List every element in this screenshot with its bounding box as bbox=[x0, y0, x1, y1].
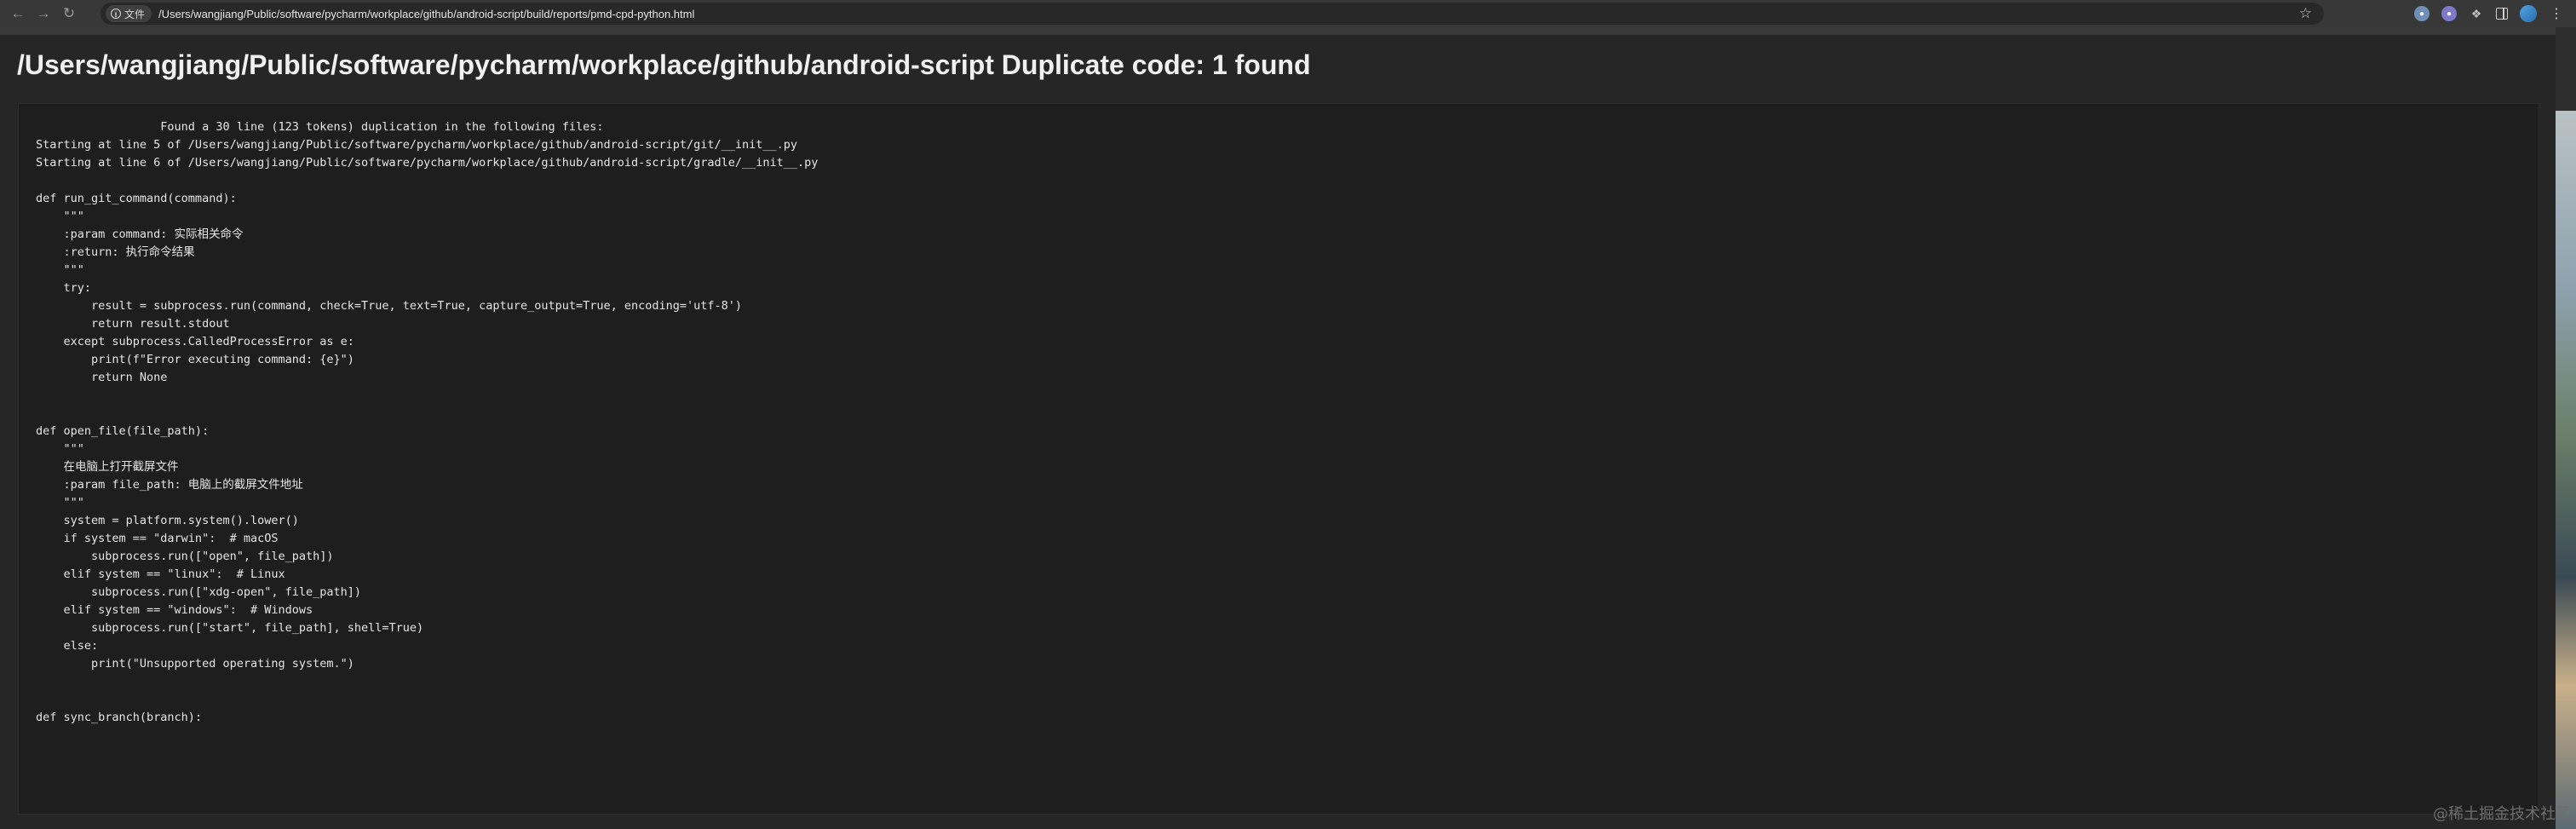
address-bar[interactable]: i 文件 /Users/wangjiang/Public/software/py… bbox=[101, 3, 2324, 25]
site-info-chip[interactable]: i 文件 bbox=[106, 5, 152, 22]
forward-icon[interactable]: → bbox=[31, 0, 56, 27]
browser-toolbar: ← → ↻ i 文件 /Users/wangjiang/Public/softw… bbox=[0, 0, 2576, 27]
extension-icon[interactable]: ● bbox=[2441, 6, 2457, 21]
extension-icon[interactable]: ● bbox=[2414, 6, 2429, 21]
toolbar-divider bbox=[0, 27, 2556, 35]
url-text[interactable]: /Users/wangjiang/Public/software/pycharm… bbox=[158, 8, 694, 20]
extensions-area: ● ● ❖ ⋮ bbox=[2414, 0, 2564, 27]
code-block: Found a 30 line (123 tokens) duplication… bbox=[18, 103, 2539, 815]
reload-icon[interactable]: ↻ bbox=[56, 0, 82, 27]
side-panel-icon[interactable] bbox=[2496, 8, 2508, 20]
duplicate-code-text: Found a 30 line (123 tokens) duplication… bbox=[36, 120, 819, 724]
info-icon: i bbox=[111, 9, 121, 19]
background-image-strip bbox=[2556, 111, 2576, 829]
page-title: /Users/wangjiang/Public/software/pycharm… bbox=[17, 49, 1311, 80]
star-icon[interactable]: ☆ bbox=[2299, 5, 2312, 22]
menu-icon[interactable]: ⋮ bbox=[2549, 6, 2564, 21]
profile-avatar[interactable] bbox=[2520, 5, 2537, 22]
puzzle-icon[interactable]: ❖ bbox=[2469, 6, 2484, 21]
watermark: @稀土掘金技术社区 bbox=[2433, 805, 2571, 823]
back-icon[interactable]: ← bbox=[5, 0, 31, 27]
site-info-label: 文件 bbox=[124, 8, 146, 20]
